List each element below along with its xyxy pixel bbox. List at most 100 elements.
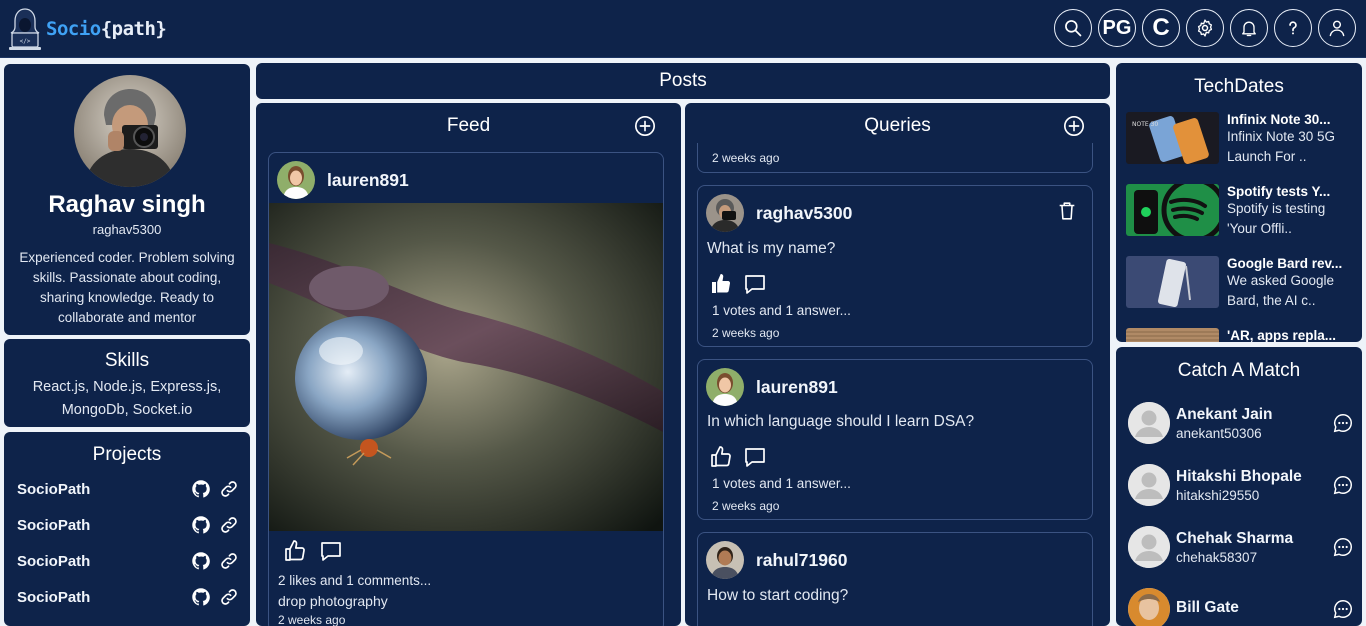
news-thumbnail: NOTE 30 [1126,112,1219,164]
github-icon[interactable] [191,515,211,535]
news-desc: Infinix Note 30 5G Launch For .. [1227,129,1336,164]
query-card: lauren891 In which language should I lea… [697,359,1093,520]
post-image[interactable] [269,203,664,531]
news-title: Spotify tests Y... [1227,184,1331,199]
settings-button[interactable] [1186,9,1224,47]
like-icon[interactable] [709,445,733,469]
feed-title: Feed [446,115,491,136]
chat-icon[interactable] [1332,536,1354,558]
chat-icon[interactable] [1332,412,1354,434]
comment-icon[interactable] [743,272,767,296]
query-stats[interactable]: 1 votes and 1 answer... [712,476,851,491]
match-name: Chehak Sharma [1176,529,1294,547]
match-item[interactable]: Chehak Sharma chehak58307 [1128,525,1354,569]
query-stats[interactable]: 1 votes and 1 answer... [712,303,851,318]
query-question[interactable]: How to start coding? [707,587,848,605]
delete-icon[interactable] [1056,200,1078,222]
logo[interactable]: </> Socio{path} [6,6,167,52]
link-icon[interactable] [219,551,239,571]
github-icon[interactable] [191,479,211,499]
help-button[interactable] [1274,9,1312,47]
match-name: Anekant Jain [1176,405,1273,423]
query-username[interactable]: raghav5300 [756,203,852,224]
feed-column: Feed lauren891 2 likes and 1 comments...… [256,103,681,626]
chat-icon[interactable] [1332,474,1354,496]
skills-card: Skills React.js, Node.js, Express.js, Mo… [4,339,250,427]
notifications-button[interactable] [1230,9,1268,47]
query-timestamp: 2 weeks ago [712,326,780,340]
add-query-icon[interactable] [1063,115,1085,137]
github-icon[interactable] [191,551,211,571]
feed-post: lauren891 2 likes and 1 comments... drop… [268,152,664,626]
post-stats[interactable]: 2 likes and 1 comments... [278,573,431,588]
news-thumbnail [1126,328,1219,342]
avatar[interactable] [706,541,744,579]
profile-avatar[interactable] [74,75,186,187]
news-thumbnail [1126,256,1219,308]
profile-bio: Experienced coder. Problem solving skill… [19,250,235,325]
techdates-title: TechDates [1194,76,1284,97]
avatar[interactable] [706,194,744,232]
query-username[interactable]: rahul71960 [756,550,847,571]
tech-news-item[interactable]: NOTE 30 Infinix Note 30... Infinix Note … [1126,112,1354,172]
top-navbar: </> Socio{path} PG C [0,0,1366,58]
project-name: SocioPath [17,552,91,570]
query-card: raghav5300 What is my name? 1 votes and … [697,185,1093,347]
github-icon[interactable] [191,587,211,607]
match-title: Catch A Match [1177,360,1301,381]
queries-title: Queries [864,115,931,136]
news-desc: Spotify is testing 'Your Offli.. [1227,201,1326,236]
queries-column: Queries 2 weeks ago raghav5300 What is m… [685,103,1110,626]
catch-a-match-card: Catch A Match Anekant Jain anekant50306 … [1116,347,1362,626]
skills-list: React.js, Node.js, Express.js, MongoDb, … [32,379,222,418]
pg-button[interactable]: PG [1098,9,1136,47]
match-item[interactable]: Anekant Jain anekant50306 [1128,401,1354,445]
link-icon[interactable] [219,479,239,499]
query-username[interactable]: lauren891 [756,377,838,398]
link-icon[interactable] [219,587,239,607]
posts-title: Posts [659,70,707,91]
project-item: SocioPath [17,549,239,573]
profile-card: Raghav singh raghav5300 Experienced code… [4,64,250,335]
profile-name: Raghav singh [48,191,206,218]
projects-title: Projects [92,444,162,465]
chat-icon[interactable] [1332,598,1354,620]
avatar [1128,402,1170,444]
link-icon[interactable] [219,515,239,535]
project-item: SocioPath [17,585,239,609]
project-name: SocioPath [17,516,91,534]
profile-button[interactable] [1318,9,1356,47]
post-username[interactable]: lauren891 [327,170,409,191]
match-username: anekant50306 [1176,425,1262,441]
query-timestamp: 2 weeks ago [712,151,780,165]
match-username: hitakshi29550 [1176,487,1260,503]
avatar[interactable] [277,161,315,199]
comment-icon[interactable] [743,445,767,469]
match-item[interactable]: Bill Gate [1128,587,1354,626]
query-question[interactable]: In which language should I learn DSA? [707,413,974,431]
like-filled-icon[interactable] [709,272,733,296]
project-item: SocioPath [17,513,239,537]
c-button[interactable]: C [1142,9,1180,47]
match-username: chehak58307 [1176,549,1258,565]
avatar[interactable] [706,368,744,406]
news-title: Google Bard rev... [1227,256,1343,271]
user-icon [1329,20,1345,37]
comment-icon[interactable] [319,539,343,563]
skills-title: Skills [104,350,150,371]
avatar [1128,464,1170,506]
like-icon[interactable] [283,539,307,563]
post-timestamp: 2 weeks ago [278,613,346,626]
tech-news-item[interactable]: Google Bard rev... We asked Google Bard,… [1126,256,1354,316]
match-item[interactable]: Hitakshi Bhopale hitakshi29550 [1128,463,1354,507]
add-post-icon[interactable] [634,115,656,137]
news-title: 'AR, apps repla... [1227,328,1336,342]
tech-news-item[interactable]: Spotify tests Y... Spotify is testing 'Y… [1126,184,1354,244]
hacker-logo-icon: </> [9,8,41,50]
match-name: Bill Gate [1176,599,1239,616]
query-question[interactable]: What is my name? [707,240,835,258]
project-name: SocioPath [17,480,91,498]
tech-news-item[interactable]: 'AR, apps repla... [1126,328,1354,342]
search-button[interactable] [1054,9,1092,47]
match-name: Hitakshi Bhopale [1176,467,1302,485]
